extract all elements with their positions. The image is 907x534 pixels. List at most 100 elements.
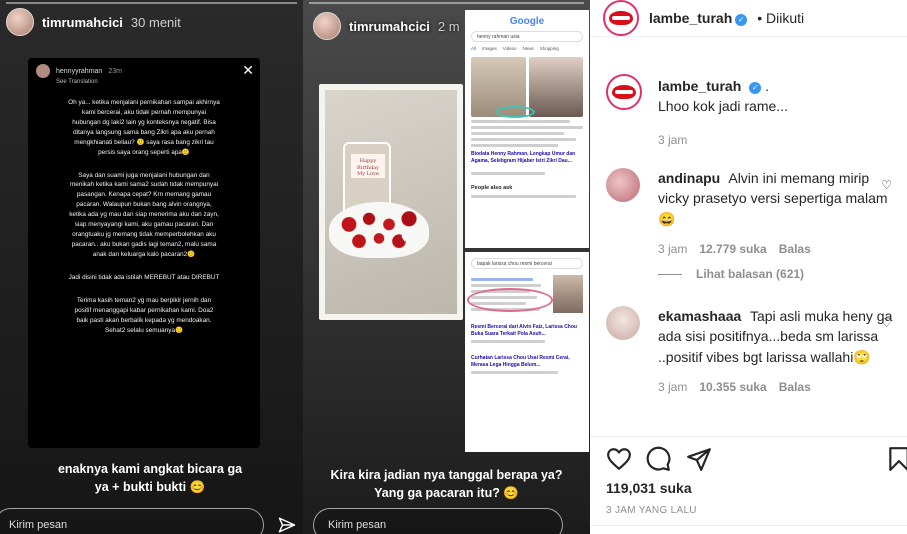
caption-username[interactable]: lambe_turah — [658, 78, 741, 94]
caption-line-2: Lhoo kok jadi rame... — [658, 98, 788, 115]
post-username[interactable]: lambe_turah — [649, 10, 732, 26]
post-username-wrap: lambe_turah ✓ — [649, 10, 748, 26]
heart-icon: ♥ — [401, 230, 409, 245]
story-time: 2 m — [437, 18, 460, 34]
story-panel-1[interactable]: timrumahcici 30 menit hennyyrahman 23m S… — [0, 0, 303, 534]
view-replies-button[interactable]: Lihat balasan (621) — [658, 267, 804, 281]
comment-likes[interactable]: 12.779 suka — [699, 242, 766, 256]
google-tabs: All Images Videos News Shopping — [471, 46, 589, 51]
likes-count[interactable]: 119,031 suka — [606, 480, 692, 496]
roses-bouquet — [329, 202, 429, 258]
comment-item: ekamashaaa Tapi asli muka heny ga ada si… — [606, 306, 896, 394]
snippet-line — [471, 144, 558, 147]
comment-username[interactable]: ekamashaaa — [658, 308, 741, 324]
comment-time: 3 jam — [658, 241, 688, 256]
snippet-line — [471, 126, 583, 129]
share-icon[interactable] — [686, 446, 712, 472]
snippet-line — [471, 132, 564, 135]
result-thumbnail — [553, 275, 583, 313]
people-also-ask: People also ask — [471, 185, 513, 191]
caption-body: lambe_turah ✓ . Lhoo kok jadi rame... — [658, 76, 896, 117]
post-actions — [590, 436, 907, 476]
notes-paragraph-3: Jadi disini tidak ada istilah MEREBUT at… — [68, 273, 220, 281]
commenter-avatar[interactable] — [606, 168, 640, 202]
follow-status[interactable]: • Diikuti — [757, 10, 804, 26]
google-result-title: Biodata Henny Rahman, Lengkap Umur dan A… — [471, 151, 576, 164]
google-tab-news: News — [522, 46, 534, 51]
post-timestamp: 3 JAM YANG LALU — [606, 505, 697, 516]
snippet-line — [471, 371, 558, 374]
story-reply-input[interactable]: Kirim pesan — [313, 508, 563, 534]
snippet-line — [471, 138, 577, 141]
notes-screenshot: hennyyrahman 23m See Translation ✕ Oh ya… — [28, 58, 260, 448]
caption-time: 3 jam — [658, 132, 688, 147]
lips-logo-icon — [612, 85, 636, 99]
avatar[interactable] — [603, 0, 639, 36]
snippet-line — [471, 172, 546, 175]
send-icon[interactable] — [278, 516, 296, 534]
snippet-line — [471, 195, 577, 199]
story-header: timrumahcici 2 m — [313, 12, 460, 40]
comment-icon[interactable] — [646, 446, 672, 472]
lips-logo-icon — [609, 11, 633, 25]
notes-username: hennyyrahman — [56, 67, 103, 75]
reply-button[interactable]: Balas — [779, 242, 811, 256]
comment-item: andinapu Alvin ini memang mirip vicky pr… — [606, 168, 896, 256]
comments-area[interactable]: lambe_turah ✓ . Lhoo kok jadi rame... 3 j… — [590, 60, 907, 435]
highlight-circle — [495, 106, 535, 118]
commenter-avatar[interactable] — [606, 306, 640, 340]
story-reply-input[interactable]: Kirim pesan — [0, 508, 264, 534]
save-bookmark-icon[interactable] — [886, 446, 907, 472]
google-tab-videos: Videos — [502, 46, 517, 51]
story-avatar[interactable] — [313, 12, 341, 40]
notes-avatar — [36, 64, 50, 78]
notes-paragraph-1: Oh ya... ketika menjalani pernikahan sam… — [68, 99, 220, 156]
notes-paragraph-4: Terima kasih teman2 yg mau berpikir jern… — [74, 296, 214, 334]
verified-icon: ✓ — [735, 14, 748, 26]
bouquet-photo: Happy Birthday My Love ♥ — [319, 84, 463, 320]
comment-meta: 3 jam 10.355 suka Balas — [658, 380, 896, 394]
comment-meta: 3 jam 12.779 suka Balas — [658, 242, 896, 256]
story-panel-2[interactable]: Happy Birthday My Love ♥ Google henny ra… — [303, 0, 590, 534]
post-caption: lambe_turah ✓ . Lhoo kok jadi rame... 3 j… — [606, 74, 896, 147]
search-result-title-2: Curhatan Larissa Chou Usai Resmi Cerai, … — [471, 355, 570, 368]
caption-avatar[interactable] — [606, 74, 642, 110]
caption-meta: 3 jam — [658, 133, 896, 147]
google-logo-text: Google — [509, 16, 545, 27]
story-progress-bar — [6, 2, 297, 4]
stories-area: timrumahcici 30 menit hennyyrahman 23m S… — [0, 0, 590, 534]
notes-header: hennyyrahman 23m — [36, 64, 252, 78]
snippet-line — [471, 278, 534, 281]
story-username[interactable]: timrumahcici — [42, 15, 123, 30]
comment-body: ekamashaaa Tapi asli muka heny ga ada si… — [658, 306, 896, 367]
highlight-circle — [467, 288, 553, 312]
search-result-title: Resmi Bercerai dari Alvin Faiz, Larissa … — [471, 324, 577, 337]
like-heart-icon[interactable]: ♡ — [881, 178, 892, 192]
google-search-box: henny rahman usia — [471, 31, 583, 42]
comment-body: andinapu Alvin ini memang mirip vicky pr… — [658, 168, 896, 229]
caption-text: . — [765, 78, 770, 94]
follow-status-label: Diikuti — [766, 10, 805, 26]
heart-icon[interactable] — [606, 446, 632, 472]
story-time: 30 menit — [130, 14, 181, 30]
comment-username[interactable]: andinapu — [658, 170, 720, 186]
google-logo: Google — [465, 16, 589, 27]
notes-paragraph-2: Saya dan suami juga menjalani hubungan d… — [69, 171, 219, 258]
like-heart-icon[interactable]: ♡ — [881, 316, 892, 330]
google-search-screenshot: Google henny rahman usia All Images Vide… — [465, 10, 589, 248]
snippet-line — [471, 340, 546, 343]
reply-button[interactable]: Balas — [779, 380, 811, 394]
story-avatar[interactable] — [6, 8, 34, 36]
google-image-2 — [528, 57, 583, 117]
comment-time: 3 jam — [658, 379, 688, 394]
story-progress-bar — [309, 2, 584, 4]
search-screenshot-2: bapak larissa chou resmi bercerai Resmi … — [465, 252, 589, 452]
story-username[interactable]: timrumahcici — [349, 19, 430, 34]
google-tab-shopping: Shopping — [539, 46, 559, 51]
search-box-2: bapak larissa chou resmi bercerai — [471, 258, 583, 269]
notes-translate: See Translation — [56, 79, 98, 85]
comment-likes[interactable]: 10.355 suka — [699, 380, 766, 394]
google-tab-images: Images — [482, 46, 497, 51]
post-header: lambe_turah ✓ • Diikuti — [590, 0, 907, 37]
story-caption: Kira kira jadian nya tanggal berapa ya? … — [330, 468, 563, 501]
